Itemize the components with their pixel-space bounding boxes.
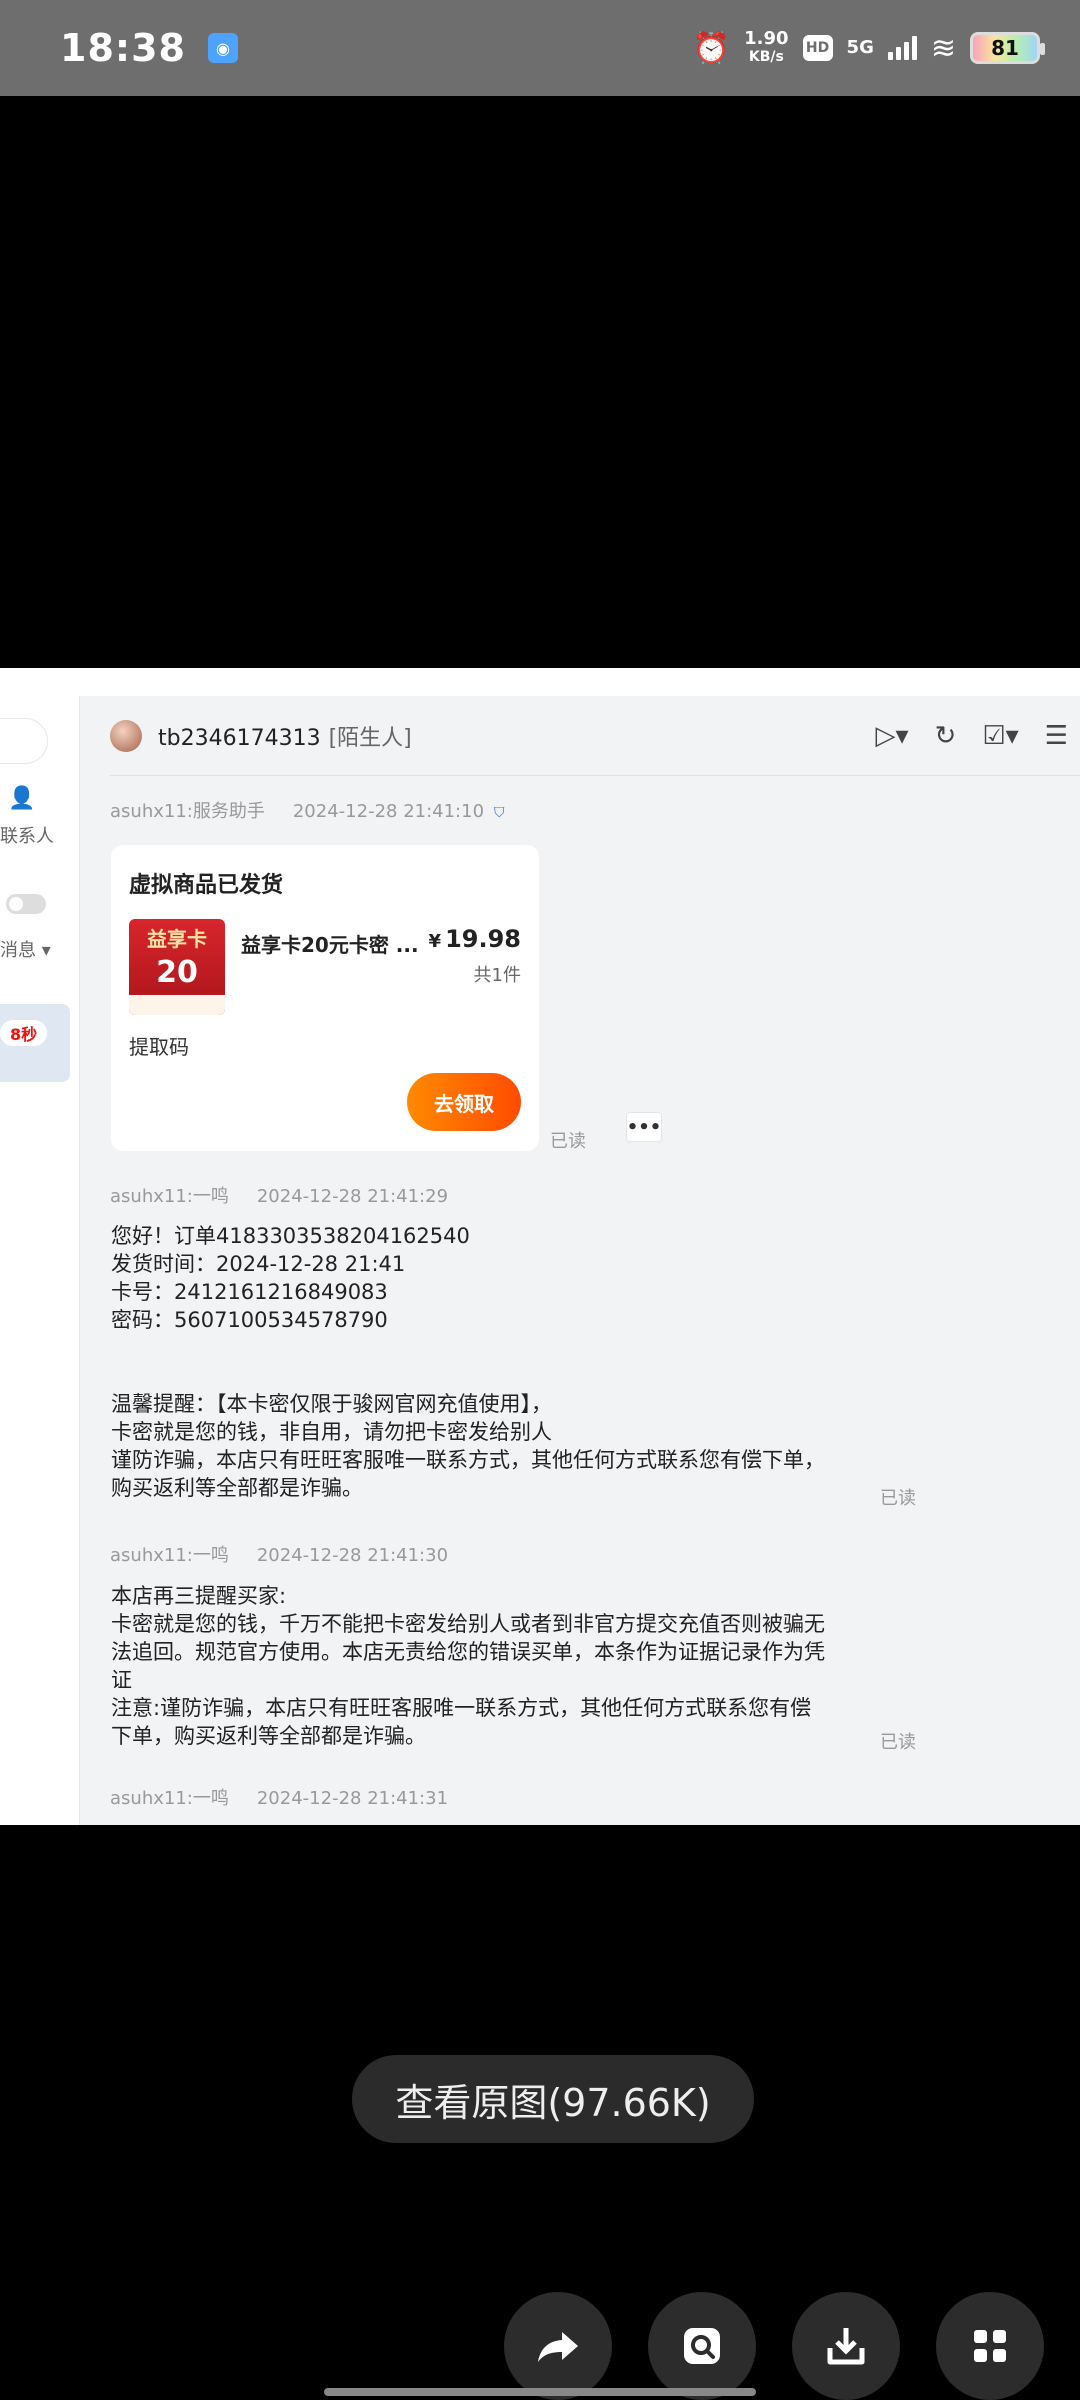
share-icon [538,2332,578,2362]
status-bar: 18:38 ◉ ⏰ 1.90 KB/s HD 5G ≋ 81 [0,0,1080,96]
message-time: 2024-12-28 21:41:30 [256,1545,449,1566]
status-right: ⏰ 1.90 KB/s HD 5G ≋ 81 [692,30,1045,66]
download-icon [827,2328,865,2365]
product-price: ¥19.98 [429,925,521,953]
contact-tag: [陌生人] [328,725,412,751]
refresh-icon: ↻ [934,720,957,751]
message-sender: asuhx11:一鸣 [110,1186,229,1207]
message-time: 2024-12-28 21:41:29 [256,1186,449,1207]
contact-sidebar: 👤 联系人 消息 ▾ 8秒 [0,696,80,1825]
home-indicator[interactable] [324,2388,756,2396]
alarm-icon: ⏰ [692,30,731,66]
message-1-read-status: 已读 [880,1488,916,1509]
card-title: 虚拟商品已发货 [129,873,284,898]
contacts-label: 联系人 [0,826,54,847]
network-speed-value: 1.90 [744,28,789,49]
contact-avatar [110,719,142,752]
chat-header: tb2346174313 [陌生人] ▷▾ ↻ ☑▾ ☰ [110,696,1080,776]
extraction-code-label: 提取码 [129,1035,189,1059]
message-1-meta: asuhx11:一鸣 2024-12-28 21:41:29 [110,1182,448,1208]
image-viewer-screen: 18:38 ◉ ⏰ 1.90 KB/s HD 5G ≋ 81 👤 联系人 消息 … [0,0,1080,2400]
verified-shield-icon: ⛉ [494,805,505,821]
battery-icon: 81 [970,32,1045,64]
card-message-meta: asuhx11:服务助手 2024-12-28 21:41:10 ⛉ [110,797,505,823]
thumbnail-footer [129,995,225,1015]
message-1-body: 您好！订单4183303538204162540 发货时间：2024-12-28… [111,1222,891,1502]
chat-screenshot: 👤 联系人 消息 ▾ 8秒 tb2346174313 [陌生人] ▷▾ ↻ ☑▾ … [0,668,1080,1825]
hd-icon: HD [802,35,833,61]
more-options-icon: ••• [626,1112,662,1142]
price-value: 19.98 [445,925,521,953]
thumbnail-brand: 益享卡 [147,927,207,951]
product-name: 益享卡20元卡密 ... [241,933,419,957]
more-actions-button[interactable] [936,2292,1044,2400]
message-2-body: 本店再三提醒买家: 卡密就是您的钱，千万不能把卡密发给别人或者到非官方提交充值否… [111,1582,891,1750]
app-notification-icon: ◉ [207,33,238,63]
currency-symbol: ¥ [428,931,442,952]
message-3-meta: asuhx11:一鸣 2024-12-28 21:41:31 [110,1784,448,1810]
grid-icon [974,2330,1006,2362]
thumbnail-value: 20 [156,955,198,990]
cellular-indicator: 5G [847,39,874,57]
wifi-icon: ≋ [930,30,956,66]
message-time: 2024-12-28 21:41:31 [256,1788,449,1809]
download-button[interactable] [792,2292,900,2400]
card-read-status: 已读 [550,1131,586,1152]
active-conversation-item: 8秒 [0,1004,70,1082]
sidebar-toggle [6,894,46,914]
message-sender: asuhx11:服务助手 [110,801,265,822]
person-icon: 👤 [8,786,36,811]
view-original-button[interactable]: 查看原图(97.66K) [352,2055,754,2143]
messages-filter-label: 消息 ▾ [0,940,51,961]
menu-icon: ☰ [1044,720,1068,751]
check-dropdown-icon: ☑▾ [982,720,1019,751]
shipped-product-card: 虚拟商品已发货 益享卡 20 益享卡20元卡密 ... ¥19.98 共1件 提… [111,845,539,1151]
search-image-icon [684,2328,720,2364]
message-2-meta: asuhx11:一鸣 2024-12-28 21:41:30 [110,1541,448,1567]
message-text: 您好！订单4183303538204162540 发货时间：2024-12-28… [111,1224,825,1500]
message-sender: asuhx11:一鸣 [110,1788,229,1809]
cropped-tab-strip [0,668,1080,696]
status-time: 18:38 [60,26,186,70]
search-image-button[interactable] [648,2292,756,2400]
video-dropdown-icon: ▷▾ [875,720,909,751]
share-button[interactable] [504,2292,612,2400]
network-type: 5G [846,37,874,58]
chat-header-actions: ▷▾ ↻ ☑▾ ☰ [875,721,1080,751]
message-text: 本店再三提醒买家: 卡密就是您的钱，千万不能把卡密发给别人或者到非官方提交充值否… [111,1584,825,1748]
contact-id: tb2346174313 [158,725,321,751]
product-quantity: 共1件 [473,965,521,986]
network-speed-unit: KB/s [748,49,784,65]
product-thumbnail: 益享卡 20 [129,919,225,1015]
message-time: 2024-12-28 21:41:10 [292,801,485,822]
signal-icon [887,36,917,60]
message-sender: asuhx11:一鸣 [110,1545,229,1566]
conversation-time-badge: 8秒 [0,1020,48,1046]
chat-panel: tb2346174313 [陌生人] ▷▾ ↻ ☑▾ ☰ asuhx11:服务助手… [80,696,1080,1825]
claim-button: 去领取 [407,1073,521,1131]
chat-title: tb2346174313 [陌生人] [158,720,412,752]
message-2-read-status: 已读 [880,1732,916,1753]
network-speed: 1.90 KB/s [744,30,788,66]
sidebar-search-box [0,718,48,764]
